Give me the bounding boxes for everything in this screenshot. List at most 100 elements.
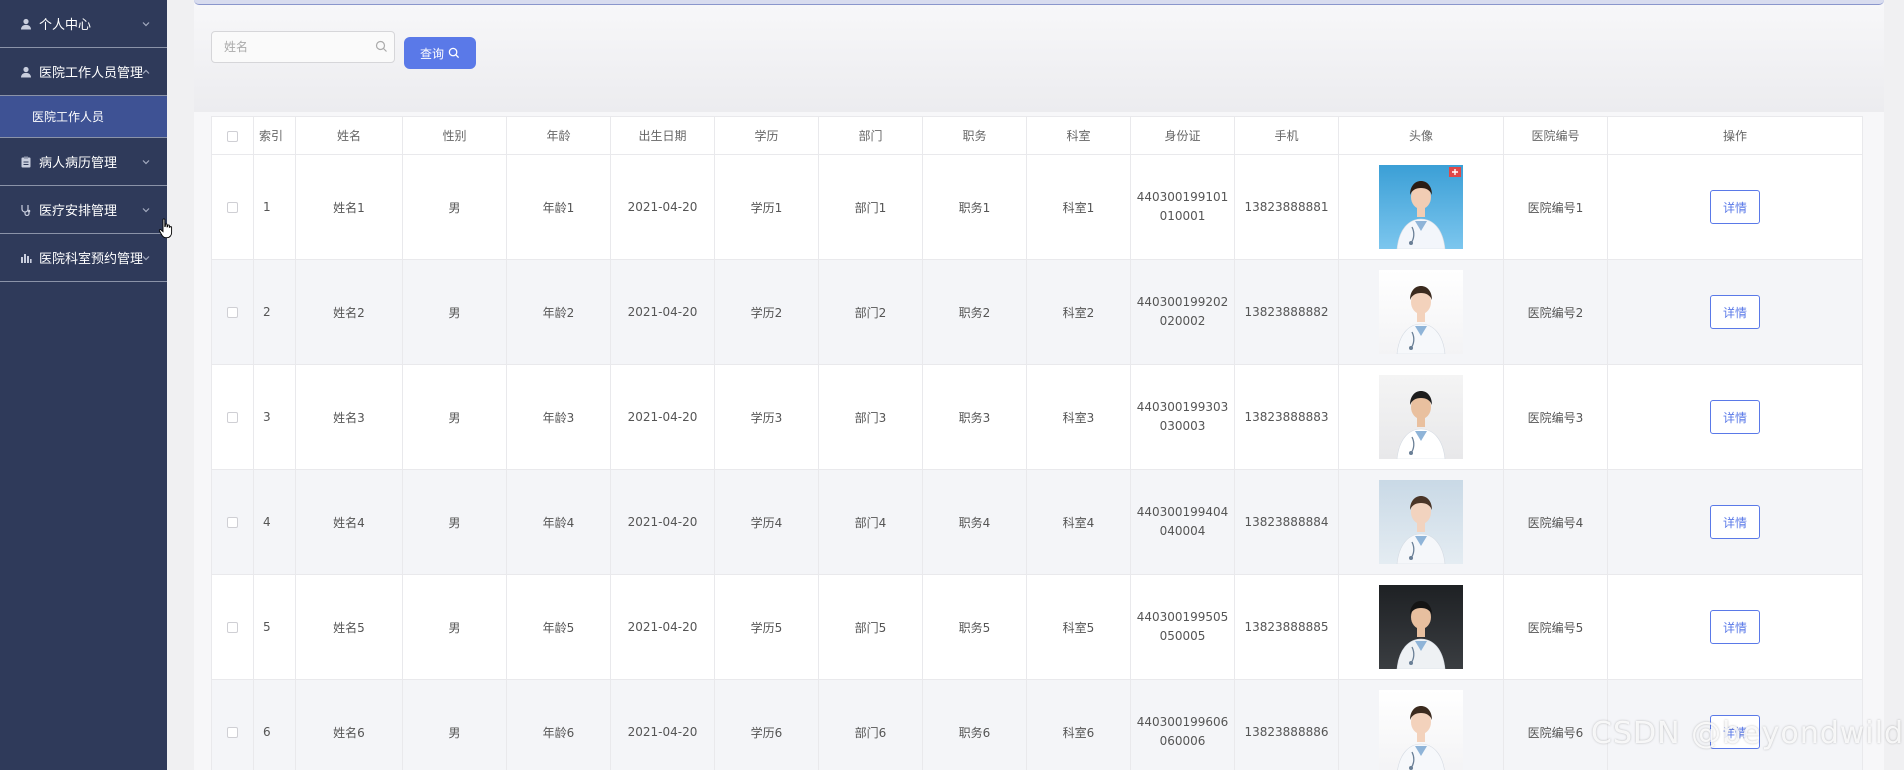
hospital-number-cell: 医院编号6: [1503, 679, 1608, 770]
education-cell: 学历5: [714, 574, 819, 680]
sidebar-item-department-booking[interactable]: 医院科室预约管理: [0, 234, 167, 282]
row-checkbox[interactable]: [227, 412, 238, 423]
id-card-line: 010001: [1159, 209, 1206, 223]
row-checkbox[interactable]: [227, 307, 238, 318]
department-cell: 部门3: [818, 364, 923, 470]
column-header: 出生日期: [610, 116, 715, 155]
detail-button[interactable]: 详情: [1710, 715, 1760, 749]
detail-button[interactable]: 详情: [1710, 295, 1760, 329]
row-checkbox[interactable]: [227, 202, 238, 213]
search-icon: [448, 47, 460, 59]
position-cell: 职务5: [922, 574, 1027, 680]
table-header-row: 索引 姓名 性别 年龄 出生日期 学历 部门 职务 科室 身份证 手机 头像 医…: [211, 116, 1863, 155]
hospital-number-cell: 医院编号3: [1503, 364, 1608, 470]
avatar-cell: [1338, 469, 1504, 575]
detail-button[interactable]: 详情: [1710, 505, 1760, 539]
row-select-cell[interactable]: [211, 364, 254, 470]
department-cell: 部门6: [818, 679, 923, 770]
sidebar-item-patient-records[interactable]: 病人病历管理: [0, 138, 167, 186]
sidebar-subitem-staff[interactable]: 医院工作人员: [0, 96, 167, 138]
user-icon: [20, 18, 32, 30]
row-select-cell[interactable]: [211, 154, 254, 260]
index-cell: 3: [253, 364, 296, 470]
query-button-label: 查询: [419, 46, 444, 61]
avatar-cell: [1338, 154, 1504, 260]
birth-date-cell: 2021-04-20: [610, 364, 715, 470]
name-cell: 姓名4: [295, 469, 403, 575]
table-row: 3 姓名3 男 年龄3 2021-04-20 学历3 部门3 职务3 科室3 4…: [211, 364, 1863, 470]
gender-cell: 男: [402, 574, 507, 680]
table-row: 5 姓名5 男 年龄5 2021-04-20 学历5 部门5 职务5 科室5 4…: [211, 574, 1863, 680]
row-checkbox[interactable]: [227, 517, 238, 528]
age-cell: 年龄3: [506, 364, 611, 470]
column-header: 科室: [1026, 116, 1131, 155]
chevron-down-icon: [142, 207, 150, 212]
doctor-avatar-image: [1379, 270, 1463, 354]
education-cell: 学历3: [714, 364, 819, 470]
row-select-cell[interactable]: [211, 679, 254, 770]
index-cell: 4: [253, 469, 296, 575]
column-header: 索引: [253, 116, 296, 155]
position-cell: 职务3: [922, 364, 1027, 470]
select-all-checkbox[interactable]: [227, 130, 238, 142]
sidebar-item-personal-center[interactable]: 个人中心: [0, 0, 167, 48]
doctor-avatar-image: [1379, 165, 1463, 249]
detail-button[interactable]: 详情: [1710, 400, 1760, 434]
phone-cell: 13823888884: [1234, 469, 1339, 575]
position-cell: 职务6: [922, 679, 1027, 770]
select-all-column[interactable]: [211, 116, 254, 155]
index-cell: 2: [253, 259, 296, 365]
id-card-line: 060006: [1159, 734, 1206, 748]
sidebar-item-medical-schedule[interactable]: 医疗安排管理: [0, 186, 167, 234]
column-header: 手机: [1234, 116, 1339, 155]
column-header: 性别: [402, 116, 507, 155]
column-header: 医院编号: [1503, 116, 1608, 155]
gender-cell: 男: [402, 679, 507, 770]
id-card-cell: 440300199303 030003: [1130, 364, 1235, 470]
row-checkbox[interactable]: [227, 622, 238, 633]
age-cell: 年龄5: [506, 574, 611, 680]
phone-cell: 13823888881: [1234, 154, 1339, 260]
id-card-line: 440300199505: [1136, 610, 1229, 624]
row-checkbox[interactable]: [227, 727, 238, 738]
action-cell: 详情: [1607, 469, 1863, 575]
detail-button[interactable]: 详情: [1710, 610, 1760, 644]
query-button[interactable]: 查询: [404, 37, 476, 69]
name-cell: 姓名5: [295, 574, 403, 680]
chevron-down-icon: [142, 21, 150, 26]
detail-button[interactable]: 详情: [1710, 190, 1760, 224]
avatar-cell: [1338, 679, 1504, 770]
row-select-cell[interactable]: [211, 574, 254, 680]
row-select-cell[interactable]: [211, 469, 254, 575]
phone-cell: 13823888882: [1234, 259, 1339, 365]
sidebar: 个人中心 医院工作人员管理 医院工作人员 病人病历管理 医疗安排管理 医院科室预…: [0, 0, 167, 770]
birth-date-cell: 2021-04-20: [610, 469, 715, 575]
table-row: 6 姓名6 男 年龄6 2021-04-20 学历6 部门6 职务6 科室6 4…: [211, 679, 1863, 770]
chevron-down-icon: [142, 255, 150, 260]
index-cell: 5: [253, 574, 296, 680]
birth-date-cell: 2021-04-20: [610, 679, 715, 770]
row-select-cell[interactable]: [211, 259, 254, 365]
id-card-line: 440300199101: [1136, 190, 1229, 204]
hospital-number-cell: 医院编号2: [1503, 259, 1608, 365]
office-cell: 科室4: [1026, 469, 1131, 575]
chevron-up-icon: [142, 69, 150, 74]
birth-date-cell: 2021-04-20: [610, 154, 715, 260]
name-cell: 姓名6: [295, 679, 403, 770]
column-header: 操作: [1607, 116, 1863, 155]
education-cell: 学历6: [714, 679, 819, 770]
sidebar-item-staff-management[interactable]: 医院工作人员管理: [0, 48, 167, 96]
bar-chart-icon: [20, 252, 32, 264]
name-search-input[interactable]: [211, 31, 395, 63]
office-cell: 科室2: [1026, 259, 1131, 365]
phone-cell: 13823888885: [1234, 574, 1339, 680]
index-cell: 6: [253, 679, 296, 770]
column-header: 姓名: [295, 116, 403, 155]
action-cell: 详情: [1607, 154, 1863, 260]
avatar-cell: [1338, 259, 1504, 365]
id-card-cell: 440300199505 050005: [1130, 574, 1235, 680]
age-cell: 年龄6: [506, 679, 611, 770]
name-cell: 姓名2: [295, 259, 403, 365]
birth-date-cell: 2021-04-20: [610, 574, 715, 680]
gender-cell: 男: [402, 154, 507, 260]
